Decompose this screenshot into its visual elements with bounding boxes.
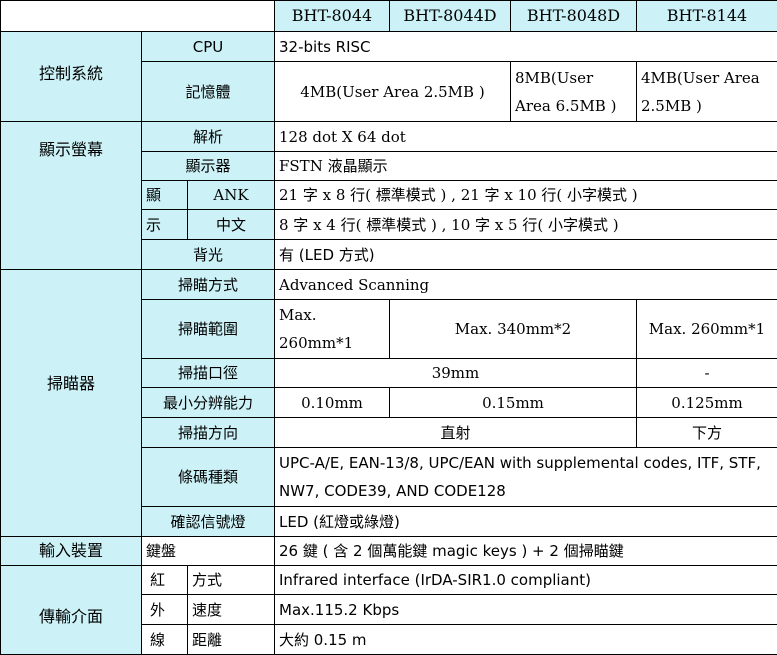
value-keyboard: 26 鍵 ( 含 2 個萬能鍵 magic keys ) + 2 個掃瞄鍵: [275, 537, 777, 566]
value-display: FSTN 液晶顯示: [275, 152, 777, 181]
value-chinese: 8 字 x 4 行( 標準模式 ) , 10 字 x 5 行( 小字模式 ): [275, 210, 777, 240]
value-scan-range-8144: Max. 260mm*1: [637, 300, 777, 359]
label-backlight: 背光: [142, 240, 275, 270]
label-memory: 記憶體: [142, 62, 275, 122]
header-row: BHT-8044 BHT-8044D BHT-8048D BHT-8144: [1, 1, 777, 32]
value-min-resolution-8144: 0.125mm: [637, 388, 777, 418]
value-scan-range-mid: Max. 340mm*2: [390, 300, 637, 359]
category-scanner: 掃瞄器: [1, 270, 142, 537]
value-scan-direction-8144: 下方: [637, 418, 777, 448]
category-control: 控制系統: [1, 32, 142, 122]
label-scan-direction: 掃描方向: [142, 418, 275, 448]
value-min-resolution-mid: 0.15mm: [390, 388, 637, 418]
category-transfer: 傳輸介面: [1, 566, 142, 655]
value-scan-direction-main: 直射: [275, 418, 637, 448]
label-min-resolution: 最小分辨能力: [142, 388, 275, 418]
label-ir-c: 線: [142, 625, 188, 655]
label-ir-a: 紅: [142, 566, 188, 595]
model-bht-8044: BHT-8044: [275, 1, 390, 32]
value-resolution: 128 dot X 64 dot: [275, 122, 777, 152]
label-resolution: 解析: [142, 122, 275, 152]
value-memory-8144: 4MB(User Area 2.5MB ): [637, 62, 777, 122]
row-cpu: 控制系統 CPU 32-bits RISC: [1, 32, 777, 62]
value-aperture-main: 39mm: [275, 359, 637, 388]
value-scan-method: Advanced Scanning: [275, 270, 777, 300]
label-display: 顯示器: [142, 152, 275, 181]
label-display-mode-b: 示: [142, 210, 188, 240]
row-scan-method: 掃瞄器 掃瞄方式 Advanced Scanning: [1, 270, 777, 300]
label-ank: ANK: [188, 181, 275, 210]
value-ir-speed: Max.115.2 Kbps: [275, 595, 777, 625]
label-scan-range: 掃瞄範圍: [142, 300, 275, 359]
label-ir-b: 外: [142, 595, 188, 625]
label-chinese: 中文: [188, 210, 275, 240]
label-ir-speed: 速度: [188, 595, 275, 625]
value-memory-8044: 4MB(User Area 2.5MB ): [275, 62, 511, 122]
value-min-resolution-8044: 0.10mm: [275, 388, 390, 418]
value-ir-distance: 大約 0.15 m: [275, 625, 777, 655]
model-bht-8044d: BHT-8044D: [390, 1, 511, 32]
label-confirm: 確認信號燈: [142, 507, 275, 537]
label-aperture: 掃描口徑: [142, 359, 275, 388]
label-display-mode-a: 顯: [142, 181, 188, 210]
label-scan-method: 掃瞄方式: [142, 270, 275, 300]
value-confirm: LED (紅燈或綠燈): [275, 507, 777, 537]
label-keyboard: 鍵盤: [142, 537, 275, 566]
label-cpu: CPU: [142, 32, 275, 62]
value-ir-method: Infrared interface (IrDA-SIR1.0 complian…: [275, 566, 777, 595]
value-ank: 21 字 x 8 行( 標準模式 ) , 21 字 x 10 行( 小字模式 ): [275, 181, 777, 210]
model-bht-8048d: BHT-8048D: [511, 1, 637, 32]
value-cpu: 32-bits RISC: [275, 32, 777, 62]
value-barcode: UPC-A/E, EAN-13/8, UPC/EAN with suppleme…: [275, 448, 777, 507]
row-resolution: 顯示螢幕 解析 128 dot X 64 dot: [1, 122, 777, 152]
model-bht-8144: BHT-8144: [637, 1, 777, 32]
category-display: 顯示螢幕: [1, 122, 142, 270]
value-aperture-8144: -: [637, 359, 777, 388]
row-ir-method: 傳輸介面 紅 方式 Infrared interface (IrDA-SIR1.…: [1, 566, 777, 595]
label-ir-distance: 距離: [188, 625, 275, 655]
label-barcode: 條碼種類: [142, 448, 275, 507]
label-ir-method: 方式: [188, 566, 275, 595]
value-backlight: 有 (LED 方式): [275, 240, 777, 270]
header-blank: [1, 1, 275, 32]
value-memory-8048d: 8MB(User Area 6.5MB ): [511, 62, 637, 122]
spec-table: BHT-8044 BHT-8044D BHT-8048D BHT-8144 控制…: [0, 0, 777, 655]
value-scan-range-8044: Max. 260mm*1: [275, 300, 390, 359]
category-input: 輸入裝置: [1, 537, 142, 566]
row-keyboard: 輸入裝置 鍵盤 26 鍵 ( 含 2 個萬能鍵 magic keys ) + 2…: [1, 537, 777, 566]
